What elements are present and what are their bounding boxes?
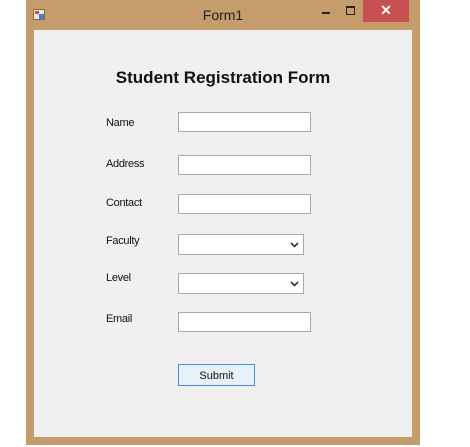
title-bar[interactable]: Form1 ✕ xyxy=(26,0,420,30)
submit-button[interactable]: Submit xyxy=(178,364,255,386)
chevron-down-icon xyxy=(290,242,299,248)
form-heading: Student Registration Form xyxy=(115,68,331,87)
level-dropdown[interactable] xyxy=(178,273,304,294)
form1-window: Form1 ✕ Student Registration Form Name A… xyxy=(26,0,420,445)
minimize-icon xyxy=(322,12,330,14)
minimize-button[interactable] xyxy=(314,0,338,22)
maximize-button[interactable] xyxy=(338,0,362,22)
form-client-area: Student Registration Form Name Address C… xyxy=(34,30,412,437)
close-button[interactable]: ✕ xyxy=(363,0,409,22)
maximize-icon xyxy=(345,6,355,15)
email-field[interactable] xyxy=(178,312,311,332)
email-label: Email xyxy=(106,313,133,325)
address-label: Address xyxy=(106,158,145,170)
address-field[interactable] xyxy=(178,155,311,175)
contact-field[interactable] xyxy=(178,194,311,214)
faculty-label: Faculty xyxy=(106,235,140,247)
close-icon: ✕ xyxy=(380,2,392,18)
faculty-dropdown[interactable] xyxy=(178,234,304,255)
level-label: Level xyxy=(106,272,131,284)
name-label: Name xyxy=(106,117,135,129)
contact-label: Contact xyxy=(106,197,142,209)
chevron-down-icon xyxy=(290,281,299,287)
name-field[interactable] xyxy=(178,112,311,132)
